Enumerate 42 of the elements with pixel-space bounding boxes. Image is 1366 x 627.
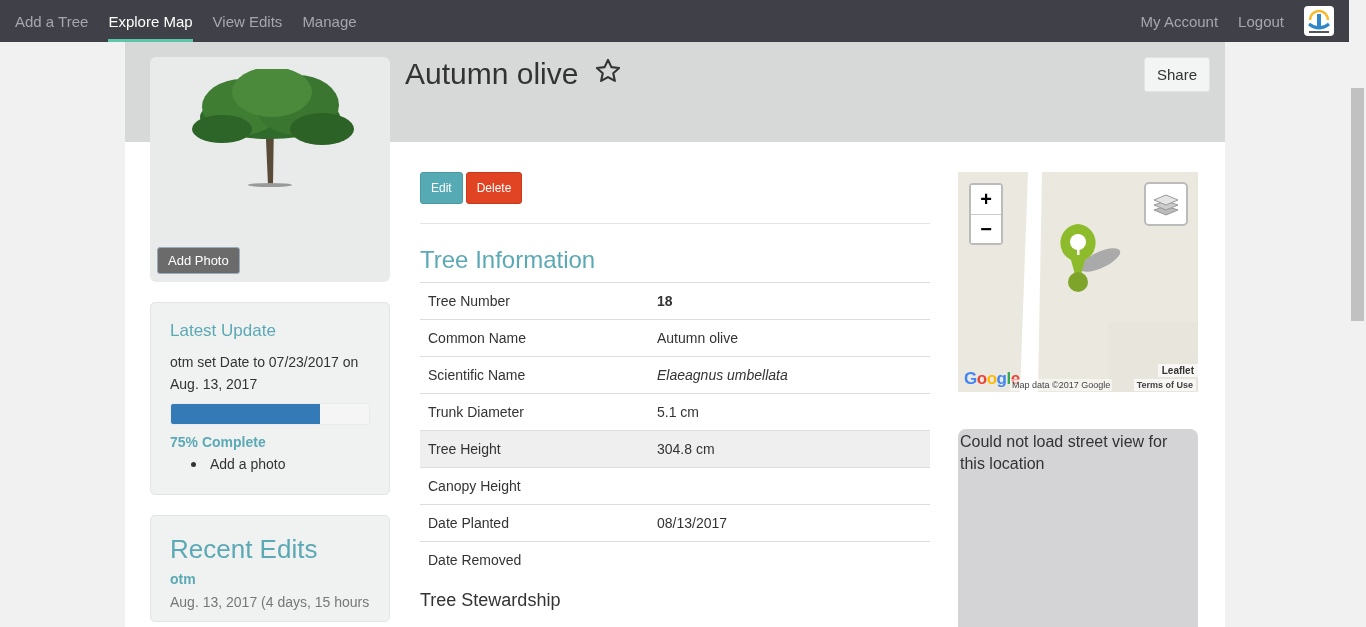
add-photo-button[interactable]: Add Photo	[157, 247, 240, 274]
field-value: Autumn olive	[657, 330, 738, 346]
nav-tab[interactable]: Manage	[302, 0, 357, 42]
card-title: Latest Update	[170, 321, 277, 341]
field-label: Common Name	[427, 330, 528, 346]
progress-label: 75% Complete	[170, 434, 267, 450]
field-label: Scientific Name	[427, 367, 527, 383]
nav-tab[interactable]: Add a Tree	[15, 0, 89, 42]
field-value: 08/13/2017	[657, 515, 728, 531]
field-label: Trunk Diameter	[427, 404, 525, 420]
nav-link[interactable]: Logout	[1238, 0, 1284, 42]
star-icon[interactable]	[594, 57, 623, 85]
todo-item: Add a photo	[210, 455, 286, 474]
field-value: 5.1 cm	[657, 404, 699, 420]
delete-button[interactable]: Delete	[465, 172, 523, 204]
field-value: 18	[657, 293, 673, 309]
tree-title: Autumn olive	[405, 57, 579, 91]
logo-icon[interactable]	[1304, 6, 1334, 36]
update-text: otm set Date to 07/23/2017 on Aug. 13, 2017	[170, 353, 360, 394]
section-title: Tree Information	[420, 246, 597, 274]
share-button[interactable]: Share	[1143, 57, 1210, 92]
leaflet-link[interactable]: Leaflet	[1157, 364, 1198, 377]
zoom-out-button[interactable]: −	[971, 214, 1001, 243]
map-marker-icon[interactable]	[1058, 222, 1122, 294]
user-link[interactable]: otm	[170, 571, 370, 587]
field-label: Canopy Height	[427, 478, 522, 494]
nav-tab[interactable]: View Edits	[212, 0, 283, 42]
field-label: Tree Height	[427, 441, 502, 457]
layers-button[interactable]	[1144, 182, 1188, 226]
field-value: Elaeagnus umbellata	[657, 367, 788, 383]
nav-link[interactable]: My Account	[1140, 0, 1219, 42]
edit-date: Aug. 13, 2017 (4 days, 15 hours	[170, 594, 370, 610]
edit-button[interactable]: Edit	[420, 172, 463, 204]
terms-link[interactable]: Terms of Use	[1133, 379, 1196, 391]
field-value: 304.8 cm	[657, 441, 715, 457]
street-view-message: Could not load street view for this location	[958, 429, 1198, 627]
field-label: Tree Number	[427, 293, 511, 309]
card-title: Recent Edits	[170, 534, 319, 565]
field-label: Date Planted	[427, 515, 510, 531]
bullet-icon	[191, 461, 196, 467]
section-title: Tree Stewardship	[420, 590, 562, 611]
field-label: Date Removed	[427, 552, 523, 568]
